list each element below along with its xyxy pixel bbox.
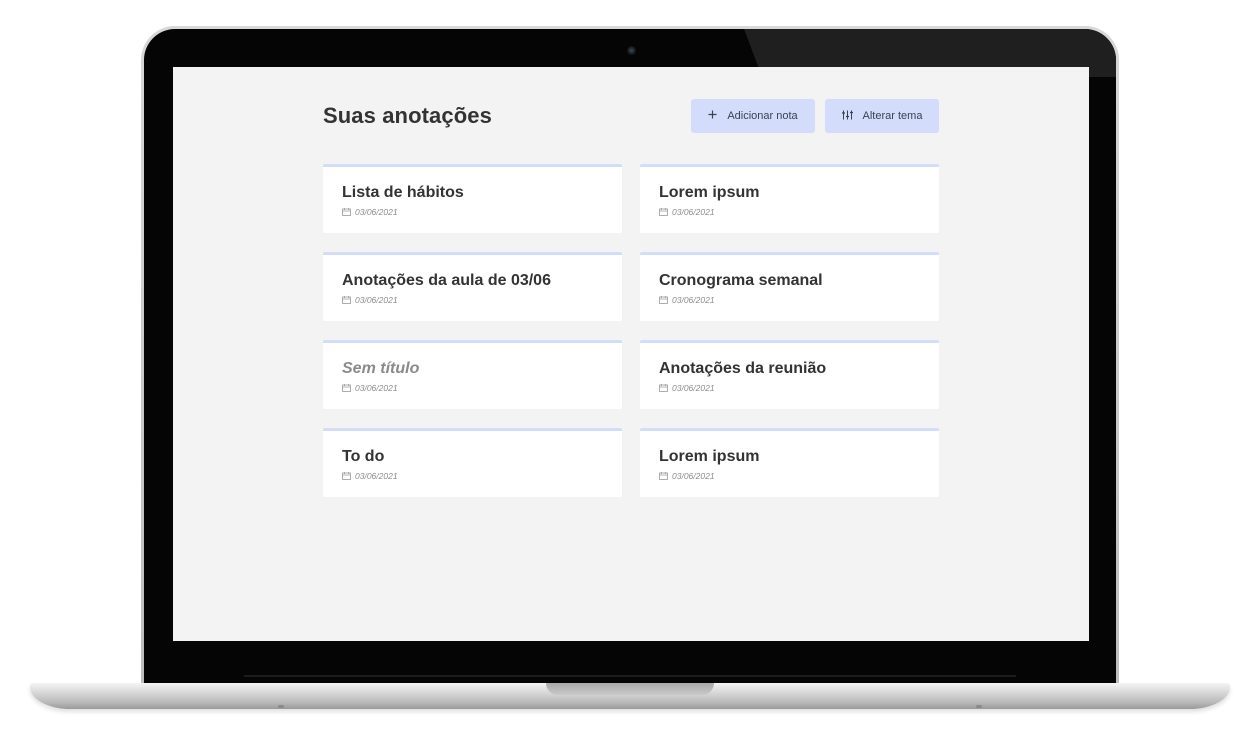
note-date-row: 03/06/2021 [342,383,603,393]
add-note-label: Adicionar nota [727,110,798,122]
laptop-frame: Suas anotações Adicionar nota Alterar te… [0,0,1260,756]
note-card[interactable]: Lista de hábitos 03/06/2021 [323,164,622,233]
note-date-row: 03/06/2021 [659,383,920,393]
note-date: 03/06/2021 [355,295,398,305]
note-date-row: 03/06/2021 [342,207,603,217]
bezel-hinge-line [244,675,1016,677]
change-theme-button[interactable]: Alterar tema [825,99,939,133]
screen-bezel: Suas anotações Adicionar nota Alterar te… [144,29,1116,683]
note-date-row: 03/06/2021 [659,471,920,481]
note-title: Lorem ipsum [659,448,760,465]
header-actions: Adicionar nota Alterar tema [691,99,939,133]
app-screen: Suas anotações Adicionar nota Alterar te… [173,67,1089,641]
note-title: Anotações da reunião [659,360,827,377]
note-date-row: 03/06/2021 [342,471,603,481]
note-date: 03/06/2021 [355,207,398,217]
add-note-button[interactable]: Adicionar nota [691,99,815,133]
note-card[interactable]: Anotações da aula de 03/06 03/06/2021 [323,252,622,321]
note-date: 03/06/2021 [355,471,398,481]
change-theme-label: Alterar tema [862,110,923,122]
note-title: Anotações da aula de 03/06 [342,272,551,289]
calendar-icon [342,296,351,304]
laptop-foot [976,705,982,708]
calendar-icon [342,208,351,216]
note-card[interactable]: Lorem ipsum 03/06/2021 [640,164,939,233]
calendar-icon [659,296,668,304]
note-date-row: 03/06/2021 [659,295,920,305]
note-title: Lista de hábitos [342,184,464,201]
calendar-icon [342,472,351,480]
calendar-icon [659,472,668,480]
note-card[interactable]: Anotações da reunião 03/06/2021 [640,340,939,409]
sliders-icon [841,110,853,123]
note-card[interactable]: To do 03/06/2021 [323,428,622,497]
note-card[interactable]: Cronograma semanal 03/06/2021 [640,252,939,321]
laptop-base [30,683,1230,709]
notes-app: Suas anotações Adicionar nota Alterar te… [323,99,939,497]
note-date-row: 03/06/2021 [342,295,603,305]
page-header: Suas anotações Adicionar nota Alterar te… [323,99,939,133]
note-title: Cronograma semanal [659,272,823,289]
page-title: Suas anotações [323,103,492,128]
note-date: 03/06/2021 [672,207,715,217]
laptop-lid: Suas anotações Adicionar nota Alterar te… [141,26,1119,686]
note-card[interactable]: Lorem ipsum 03/06/2021 [640,428,939,497]
note-title-untitled: Sem título [342,360,420,377]
webcam-icon [627,46,636,55]
laptop-foot [278,705,284,708]
note-card[interactable]: Sem título 03/06/2021 [323,340,622,409]
calendar-icon [659,208,668,216]
note-title: To do [342,448,385,465]
laptop-lid-notch [546,683,714,695]
note-date-row: 03/06/2021 [659,207,920,217]
note-title: Lorem ipsum [659,184,760,201]
note-date: 03/06/2021 [672,383,715,393]
calendar-icon [659,384,668,392]
note-date: 03/06/2021 [672,471,715,481]
plus-icon [708,110,717,122]
calendar-icon [342,384,351,392]
note-date: 03/06/2021 [672,295,715,305]
note-date: 03/06/2021 [355,383,398,393]
